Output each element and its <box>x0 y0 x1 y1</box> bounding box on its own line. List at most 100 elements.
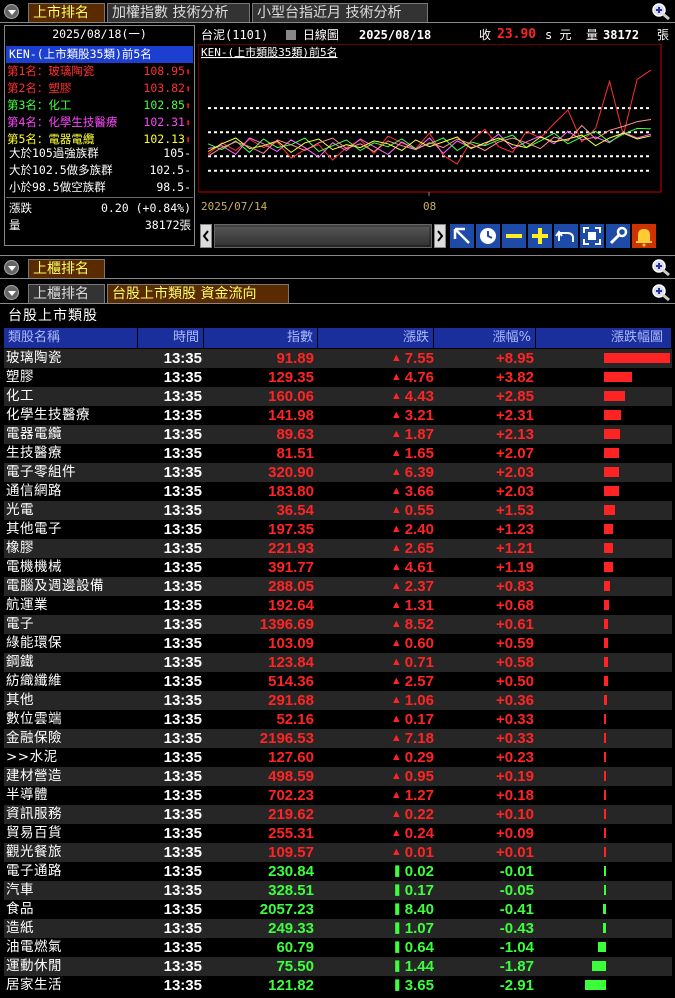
pct-bar <box>604 809 606 819</box>
up-arrow-icon: ▲ <box>390 789 402 801</box>
col-header-time[interactable]: 時間 <box>138 328 204 348</box>
table-row[interactable]: 運動休閒 13:35 75.50 -1.87 ❚ 1.44 <box>4 957 672 976</box>
rank-value: 102.85⬆ <box>143 98 191 112</box>
table-row[interactable]: 鋼鐵 13:35 123.84 +0.58 ▲ 0.71 <box>4 653 672 672</box>
table-row[interactable]: 汽車 13:35 328.51 -0.05 ❚ 0.17 <box>4 881 672 900</box>
pct-bar-cell <box>604 463 672 482</box>
time-cell: 13:35 <box>163 445 202 462</box>
alert-bell-icon[interactable] <box>632 224 656 248</box>
table-row[interactable]: 綠能環保 13:35 103.09 +0.59 ▲ 0.60 <box>4 634 672 653</box>
clock-icon[interactable] <box>476 224 500 248</box>
change-cell: ▲ 1.27 <box>390 787 434 804</box>
col-header-bar[interactable]: 漲跌幅圖 <box>536 328 672 348</box>
zoom-icon-2[interactable] <box>651 258 671 276</box>
change-cell: ▲ 4.61 <box>390 559 434 576</box>
chart-scrollbar[interactable] <box>214 224 432 248</box>
rank-label: 第1名：玻璃陶瓷 <box>7 64 95 78</box>
scroll-left-button[interactable] <box>200 224 212 248</box>
table-row[interactable]: 電子 13:35 1396.69 +0.61 ▲ 8.52 <box>4 615 672 634</box>
sector-name: 食品 <box>6 901 34 917</box>
pct-bar-cell <box>604 558 672 577</box>
pct-bar <box>604 638 608 648</box>
change-cell: ❚ 0.17 <box>392 882 434 899</box>
pct-cell: +2.31 <box>496 407 534 424</box>
up-arrow-icon: ▲ <box>390 580 402 592</box>
table-row[interactable]: 航運業 13:35 192.64 +0.68 ▲ 1.31 <box>4 596 672 615</box>
table-row[interactable]: 其他 13:35 291.68 +0.36 ▲ 1.06 <box>4 691 672 710</box>
table-row[interactable]: 造紙 13:35 249.33 -0.43 ❚ 1.07 <box>4 919 672 938</box>
table-row[interactable]: 紡織纖維 13:35 514.36 +0.50 ▲ 2.57 <box>4 672 672 691</box>
panel-header: KEN-(上市類股35類)前5名 <box>6 46 193 63</box>
time-cell: 13:35 <box>163 844 202 861</box>
undo-icon[interactable] <box>554 224 578 248</box>
pct-cell: +1.23 <box>496 521 534 538</box>
change-cell: ▲ 7.55 <box>390 350 434 367</box>
table-row[interactable]: 電機機械 13:35 391.77 +1.19 ▲ 4.61 <box>4 558 672 577</box>
col-header-change[interactable]: 漲跌 <box>318 328 434 348</box>
table-row[interactable]: 觀光餐旅 13:35 109.57 +0.01 ▲ 0.01 <box>4 843 672 862</box>
table-row[interactable]: 化工 13:35 160.06 +2.85 ▲ 4.43 <box>4 387 672 406</box>
col-header-index[interactable]: 指數 <box>204 328 318 348</box>
pct-bar <box>604 828 606 838</box>
table-row[interactable]: 貿易百貨 13:35 255.31 +0.09 ▲ 0.24 <box>4 824 672 843</box>
cursor-arrow-icon[interactable] <box>450 224 474 248</box>
change-cell: ▲ 0.24 <box>390 825 434 842</box>
table-row[interactable]: 金融保險 13:35 2196.53 +0.33 ▲ 7.18 <box>4 729 672 748</box>
rank-row[interactable]: 第1名：玻璃陶瓷 108.95⬆ <box>7 63 195 80</box>
table-row[interactable]: 建材營造 13:35 498.59 +0.19 ▲ 0.95 <box>4 767 672 786</box>
tab-taiex-technical[interactable]: 加權指數 技術分析 <box>107 3 250 22</box>
table-row[interactable]: 電子零組件 13:35 320.90 +2.03 ▲ 6.39 <box>4 463 672 482</box>
up-arrow-icon: ▲ <box>390 770 402 782</box>
table-row[interactable]: 生技醫療 13:35 81.51 +2.07 ▲ 1.65 <box>4 444 672 463</box>
table-row[interactable]: 電腦及週邊設備 13:35 288.05 +0.83 ▲ 2.37 <box>4 577 672 596</box>
up-arrow-icon: ▲ <box>390 637 402 649</box>
down-arrow-icon: ❚ <box>392 960 402 972</box>
table-row[interactable]: 光電 13:35 36.54 +1.53 ▲ 0.55 <box>4 501 672 520</box>
table-row[interactable]: 橡膠 13:35 221.93 +1.21 ▲ 2.65 <box>4 539 672 558</box>
up-arrow-icon: ▲ <box>390 599 402 611</box>
rank-row[interactable]: 第3名：化工 102.85⬆ <box>7 97 195 114</box>
panel-menu-button-3[interactable] <box>4 285 19 300</box>
table-row[interactable]: 食品 13:35 2057.23 -0.41 ❚ 8.40 <box>4 900 672 919</box>
col-header-pct[interactable]: 漲幅% <box>434 328 536 348</box>
tab-mini-futures-technical[interactable]: 小型台指近月 技術分析 <box>252 3 428 22</box>
tab-otc-ranking[interactable]: 上櫃排名 <box>28 259 105 278</box>
wrench-icon[interactable] <box>606 224 630 248</box>
table-row[interactable]: 其他電子 13:35 197.35 +1.23 ▲ 2.40 <box>4 520 672 539</box>
col-header-name[interactable]: 類股名稱 <box>4 328 138 348</box>
zoom-out-icon[interactable] <box>502 224 526 248</box>
zoom-in-icon[interactable] <box>528 224 552 248</box>
table-row[interactable]: 數位雲端 13:35 52.16 +0.33 ▲ 0.17 <box>4 710 672 729</box>
table-row[interactable]: 居家生活 13:35 121.82 -2.91 ❚ 3.65 <box>4 976 672 995</box>
pct-cell: +0.33 <box>496 711 534 728</box>
table-row[interactable]: >>水泥 13:35 127.60 +0.23 ▲ 0.29 <box>4 748 672 767</box>
tab-otc-ranking-2[interactable]: 上櫃排名 <box>28 284 105 303</box>
sector-line-chart[interactable]: KEN-(上市類股35類)前5名 2025/07/14 08 <box>198 44 671 216</box>
up-arrow-icon: ▲ <box>390 808 402 820</box>
tab-listed-ranking[interactable]: 上市排名 <box>28 3 105 22</box>
panel-menu-button[interactable] <box>4 4 19 19</box>
fit-screen-icon[interactable] <box>580 224 604 248</box>
table-row[interactable]: 玻璃陶瓷 13:35 91.89 +8.95 ▲ 7.55 <box>4 349 672 368</box>
table-row[interactable]: 半導體 13:35 702.23 +0.18 ▲ 1.27 <box>4 786 672 805</box>
table-row[interactable]: 資訊服務 13:35 219.62 +0.10 ▲ 0.22 <box>4 805 672 824</box>
table-row[interactable]: 通信網路 13:35 183.80 +2.03 ▲ 3.66 <box>4 482 672 501</box>
table-row[interactable]: 電器電纜 13:35 89.63 +2.13 ▲ 1.87 <box>4 425 672 444</box>
table-row[interactable]: 化學生技醫療 13:35 141.98 +2.31 ▲ 3.21 <box>4 406 672 425</box>
chart-type-dropdown[interactable] <box>285 30 296 40</box>
table-row[interactable]: 電子通路 13:35 230.84 -0.01 ❚ 0.02 <box>4 862 672 881</box>
panel-menu-button-2[interactable] <box>4 260 19 275</box>
up-arrow-icon: ▲ <box>390 751 402 763</box>
zoom-icon-3[interactable] <box>651 283 671 301</box>
time-cell: 13:35 <box>163 369 202 386</box>
chart-type[interactable]: 日線圖 <box>303 28 339 42</box>
tab-sector-fund-flow[interactable]: 台股上市類股 資金流向 <box>107 284 289 303</box>
table-row[interactable]: 油電燃氣 13:35 60.79 -1.04 ❚ 0.64 <box>4 938 672 957</box>
rank-row[interactable]: 第4名：化學生技醫療 102.31⬆ <box>7 114 195 131</box>
pct-cell: +0.33 <box>496 730 534 747</box>
scroll-right-button[interactable] <box>434 224 446 248</box>
index-cell: 2057.23 <box>259 901 314 918</box>
table-row[interactable]: 塑膠 13:35 129.35 +3.82 ▲ 4.76 <box>4 368 672 387</box>
rank-row[interactable]: 第2名：塑膠 103.82⬆ <box>7 80 195 97</box>
zoom-icon[interactable] <box>651 2 671 20</box>
